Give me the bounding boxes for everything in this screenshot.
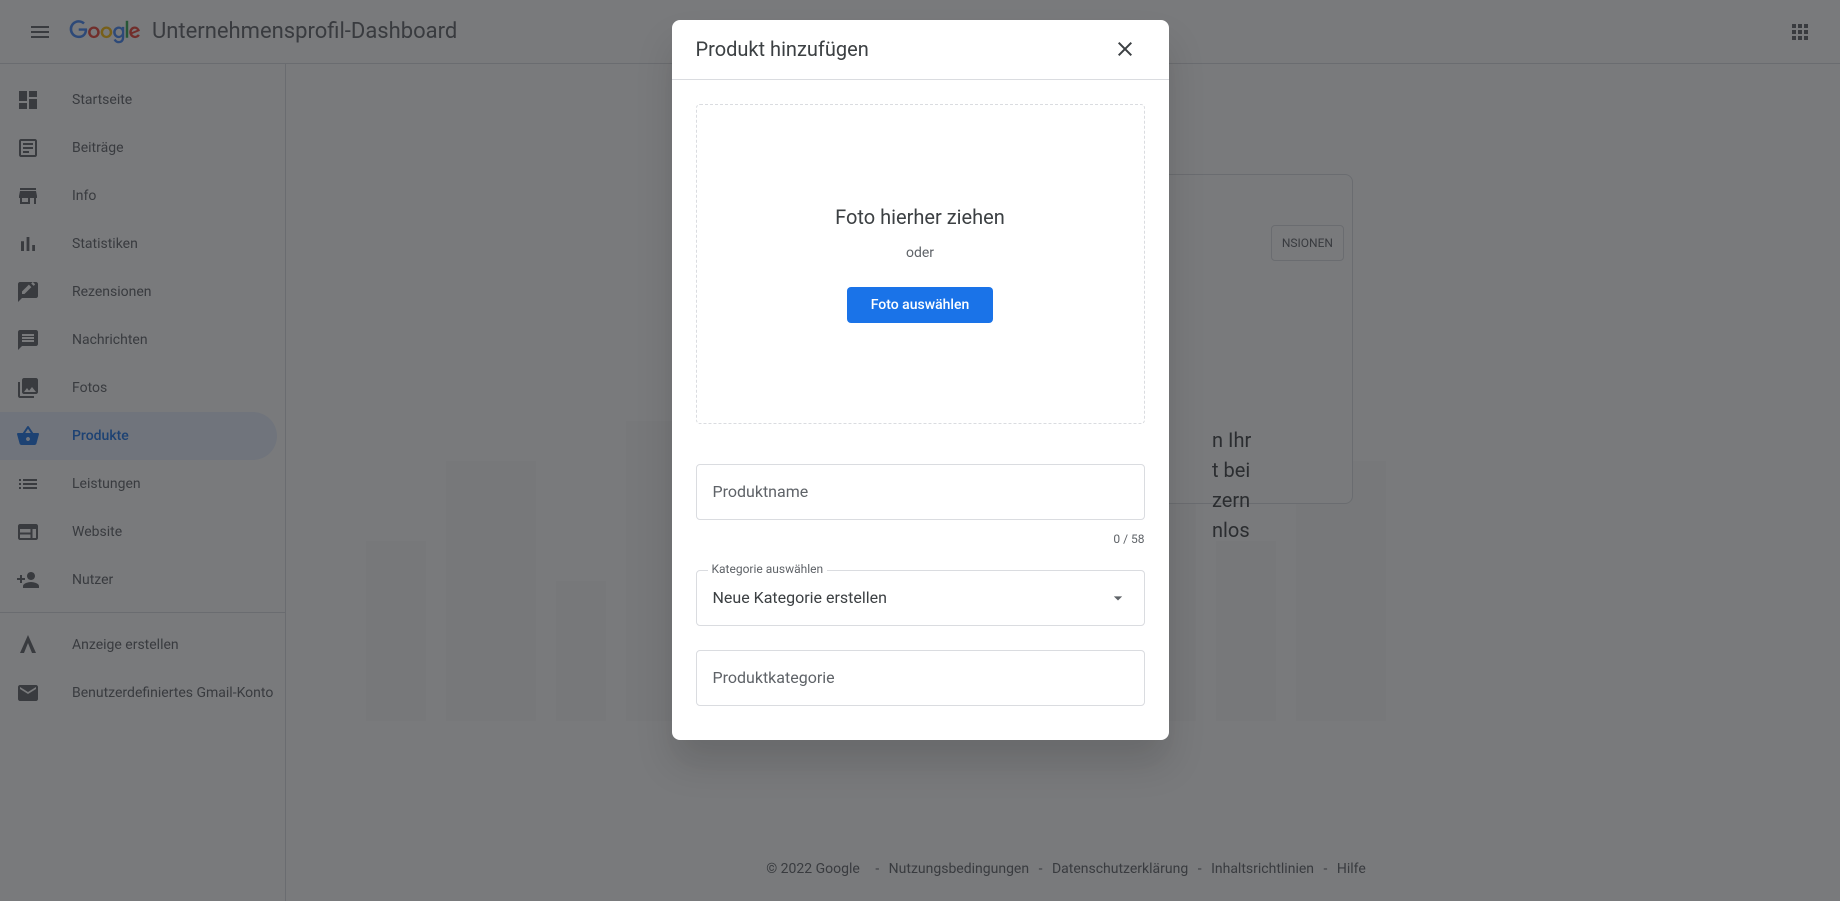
char-count: 0 / 58 [696, 532, 1145, 546]
modal-header: Produkt hinzufügen [672, 20, 1169, 80]
modal-title: Produkt hinzufügen [696, 37, 869, 61]
close-icon [1113, 37, 1137, 61]
product-name-input[interactable] [696, 464, 1145, 520]
select-photo-button[interactable]: Foto auswählen [847, 287, 994, 323]
product-category-input[interactable] [696, 650, 1145, 706]
modal-body: Foto hierher ziehen oder Foto auswählen … [672, 80, 1169, 740]
close-button[interactable] [1105, 29, 1145, 69]
add-product-modal: Produkt hinzufügen Foto hierher ziehen o… [672, 20, 1169, 740]
dropzone-or-text: oder [906, 245, 934, 261]
dropzone-drag-text: Foto hierher ziehen [835, 205, 1005, 229]
photo-dropzone[interactable]: Foto hierher ziehen oder Foto auswählen [696, 104, 1145, 424]
chevron-down-icon [1108, 588, 1128, 608]
modal-overlay: Produkt hinzufügen Foto hierher ziehen o… [0, 0, 1840, 901]
category-select-value: Neue Kategorie erstellen [713, 588, 888, 607]
category-select-label: Kategorie auswählen [708, 562, 828, 576]
category-select[interactable]: Neue Kategorie erstellen [696, 570, 1145, 626]
